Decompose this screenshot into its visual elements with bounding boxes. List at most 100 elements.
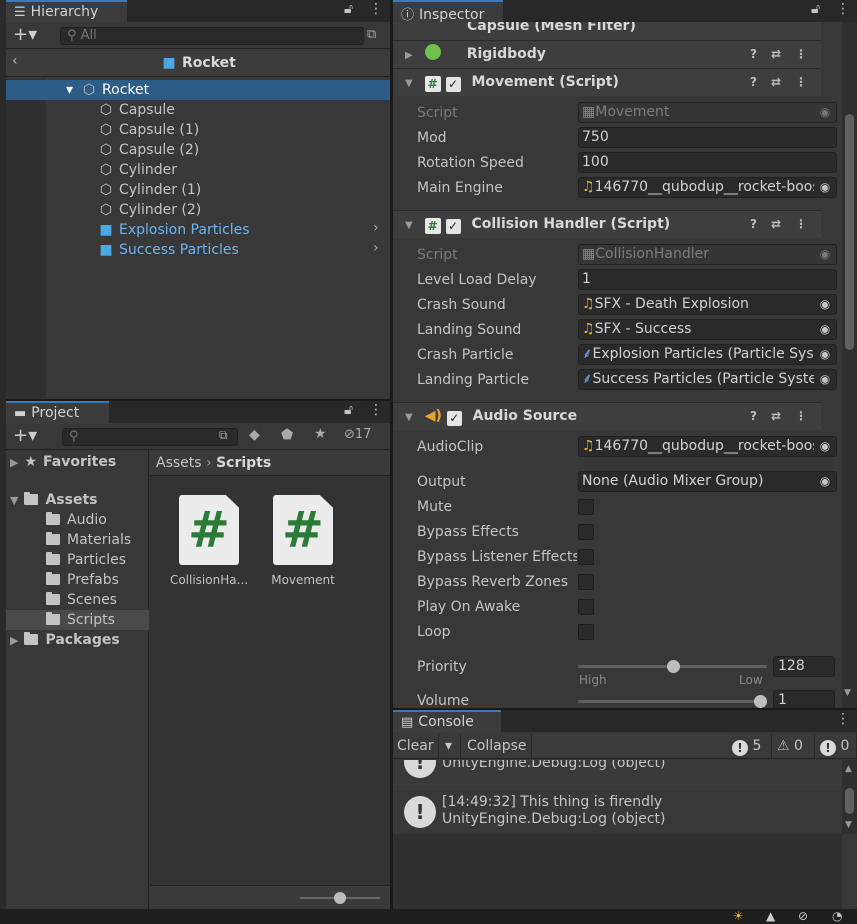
object-picker-icon[interactable]: ◉ [814, 370, 836, 389]
enabled-checkbox[interactable]: ✓ [445, 219, 461, 234]
collapse-button[interactable]: Collapse [463, 734, 532, 758]
create-dropdown-button[interactable]: +▾ [13, 425, 37, 446]
object-picker-icon[interactable]: ◉ [814, 320, 836, 339]
priority-value-field[interactable]: 128 [773, 656, 835, 677]
hierarchy-row[interactable]: ⬡ Cylinder (1) [98, 180, 201, 200]
breadcrumb-assets[interactable]: Assets [156, 455, 202, 471]
component-header-collision-handler[interactable]: ▼ # ✓ Collision Handler (Script) ?⇄⋮ [393, 210, 821, 238]
hierarchy-row[interactable]: ⬡ Capsule (1) [98, 120, 199, 140]
file-movement[interactable]: # Movement [258, 495, 348, 587]
hierarchy-row[interactable]: ⬡ Capsule (2) [98, 140, 199, 160]
inspector-scrollbar-thumb[interactable] [845, 114, 854, 350]
scroll-up-icon[interactable]: ▲ [845, 764, 852, 774]
toggle-checkbox[interactable] [578, 549, 594, 565]
object-picker-icon[interactable]: ◉ [814, 472, 836, 491]
component-header-icons[interactable]: ?⇄⋮ [750, 69, 821, 95]
toggle-checkbox[interactable] [578, 624, 594, 640]
component-header-icons[interactable]: ?⇄⋮ [750, 41, 821, 67]
component-header-rigidbody[interactable]: ▶ Rigidbody ?⇄⋮ [393, 40, 821, 68]
volume-slider-track[interactable] [578, 700, 767, 703]
object-picker-icon[interactable]: ◉ [814, 345, 836, 364]
kebab-menu-icon[interactable]: ⋮ [836, 711, 850, 727]
back-arrow-icon[interactable]: ‹ [12, 53, 18, 69]
hierarchy-row-root[interactable]: ▾ ⬡ Rocket [6, 80, 390, 100]
enabled-checkbox[interactable]: ✓ [445, 77, 461, 92]
scene-visibility-icon[interactable]: ⧉ [367, 27, 376, 42]
debug-icon[interactable]: ⊘ [798, 909, 808, 923]
breadcrumb-scripts[interactable]: Scripts [216, 455, 271, 471]
hierarchy-row-prefab[interactable]: ■ Explosion Particles [98, 220, 249, 240]
tree-folder[interactable]: Particles [6, 550, 149, 570]
tab-inspector[interactable]: ⓘ Inspector [393, 0, 503, 23]
component-header-icons[interactable]: ?⇄⋮ [750, 403, 821, 429]
component-header-audio-source[interactable]: ▼ ◀) ✓ Audio Source ?⇄⋮ [393, 402, 821, 430]
hierarchy-row[interactable]: ⬡ Cylinder [98, 160, 177, 180]
toggle-checkbox[interactable] [578, 499, 594, 515]
filter-by-label-icon[interactable]: ⬟ [281, 427, 293, 443]
object-picker-icon[interactable]: ◉ [814, 295, 836, 314]
tree-folder[interactable]: Prefabs [6, 570, 149, 590]
graduation-cap-icon[interactable]: ▲ [766, 909, 775, 923]
field-value[interactable]: ♫SFX - Death Explosion ◉ [578, 294, 837, 315]
field-value[interactable]: ♫SFX - Success ◉ [578, 319, 837, 340]
object-picker-icon[interactable]: ◉ [814, 245, 836, 264]
kebab-menu-icon[interactable]: ⋮ [369, 402, 383, 418]
inspector-scrollbar[interactable]: ▼ [842, 22, 857, 708]
component-header-movement[interactable]: ▼ # ✓ Movement (Script) ?⇄⋮ [393, 68, 821, 96]
object-picker-icon[interactable]: ◉ [814, 178, 836, 197]
filter-by-type-icon[interactable]: ◆ [249, 427, 260, 443]
tree-packages[interactable]: ▶ Packages [10, 630, 120, 650]
toggle-checkbox[interactable] [578, 524, 594, 540]
tree-folder[interactable]: Materials [6, 530, 149, 550]
log-filter-button[interactable]: ! 5 [728, 734, 772, 758]
search-options-icon[interactable]: ⧉ [219, 428, 228, 443]
field-value[interactable]: ▦Movement ◉ [578, 102, 837, 123]
lock-icon[interactable]: 🔓︎ [344, 1, 353, 17]
enabled-checkbox[interactable]: ✓ [446, 411, 462, 426]
object-picker-icon[interactable]: ◉ [814, 437, 836, 456]
tree-folder[interactable]: Scenes [6, 590, 149, 610]
favorites-filter-icon[interactable]: ★ [314, 426, 327, 442]
console-scrollbar-thumb[interactable] [845, 788, 854, 814]
open-prefab-arrow-icon[interactable]: › [373, 240, 379, 256]
tab-project[interactable]: ▬ Project [6, 401, 109, 424]
toggle-checkbox[interactable] [578, 574, 594, 590]
hierarchy-search-input[interactable]: ⚲ All [60, 27, 364, 45]
clear-options-dropdown[interactable]: ▾ [441, 734, 461, 758]
scroll-down-icon[interactable]: ▼ [844, 688, 851, 698]
volume-slider-thumb[interactable] [754, 695, 767, 708]
toggle-checkbox[interactable] [578, 599, 594, 615]
error-filter-button[interactable]: ! 0 [816, 734, 857, 758]
component-header-icons[interactable]: ?⇄⋮ [750, 211, 821, 237]
open-prefab-arrow-icon[interactable]: › [373, 220, 379, 236]
tree-assets[interactable]: ▼ Assets [10, 490, 98, 510]
warning-filter-button[interactable]: ⚠ 0 [773, 734, 815, 758]
priority-slider-thumb[interactable] [666, 660, 680, 673]
field-value[interactable]: ⸙Explosion Particles (Particle System) ◉ [578, 344, 837, 365]
tab-hierarchy[interactable]: ☰ Hierarchy [6, 0, 127, 23]
field-value[interactable]: ♫146770__qubodup__rocket-boost ◉ [578, 177, 837, 198]
add-dropdown-button[interactable]: +▾ [13, 24, 37, 45]
volume-value-field[interactable]: 1 [773, 690, 835, 708]
console-entry[interactable]: ! [14:49:32] This thing is firendly Unity… [393, 791, 842, 833]
tree-favorites[interactable]: ▶ ★ Favorites [10, 452, 116, 472]
hierarchy-row[interactable]: ⬡ Capsule [98, 100, 175, 120]
hidden-packages-button[interactable]: ⊘17 [344, 427, 371, 442]
kebab-menu-icon[interactable]: ⋮ [836, 1, 850, 17]
hierarchy-row-prefab[interactable]: ■ Success Particles [98, 240, 238, 260]
component-header-meshfilter[interactable]: Capsule (Mesh Filter) [393, 22, 821, 40]
console-entry[interactable]: ! UnityEngine.Debug:Log (object) [393, 760, 842, 790]
tree-folder[interactable]: Scripts [6, 610, 149, 630]
hierarchy-row[interactable]: ⬡ Cylinder (2) [98, 200, 201, 220]
file-collisionhandler[interactable]: # CollisionHa... [164, 495, 254, 587]
scroll-down-icon[interactable]: ▼ [845, 820, 852, 830]
clear-button[interactable]: Clear [393, 734, 439, 758]
field-value[interactable]: 100 [578, 152, 837, 173]
field-value[interactable]: 1 [578, 269, 837, 290]
tab-console[interactable]: ▤ Console [393, 710, 501, 733]
object-picker-icon[interactable]: ◉ [814, 103, 836, 122]
progress-icon[interactable]: ◔ [832, 909, 842, 923]
field-value[interactable]: 750 [578, 127, 837, 148]
audioclip-field[interactable]: ♫146770__qubodup__rocket-boost ◉ [578, 436, 837, 457]
console-scrollbar[interactable]: ▲ ▼ [842, 760, 857, 834]
